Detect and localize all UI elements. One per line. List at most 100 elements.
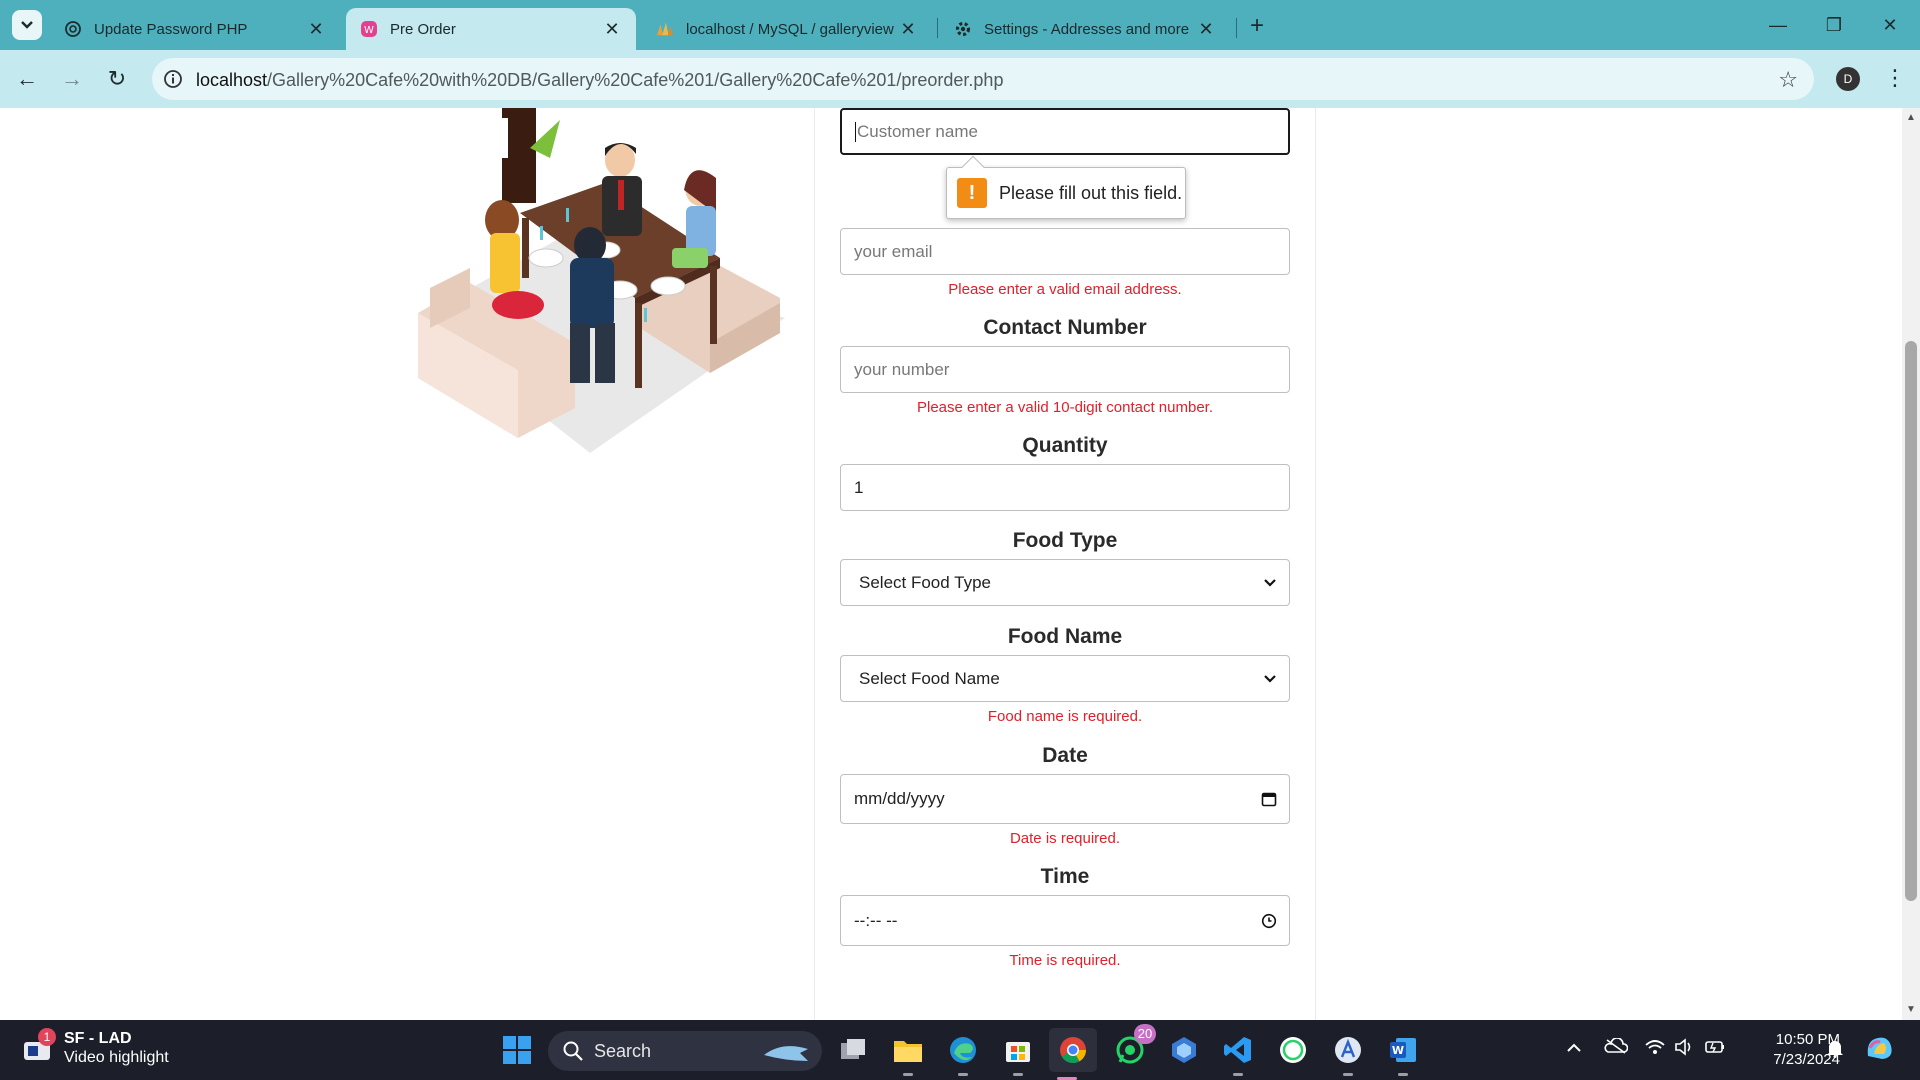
tab-title: Pre Order (390, 20, 456, 38)
volume-icon[interactable] (1674, 1038, 1696, 1061)
clock-date: 7/23/2024 (1773, 1051, 1840, 1068)
date-label: Date (1042, 744, 1088, 767)
running-indicator (903, 1073, 913, 1076)
tab-phpmyadmin[interactable]: localhost / MySQL / galleryview ✕ (642, 8, 932, 50)
scroll-up-icon[interactable]: ▲ (1906, 112, 1916, 123)
browser-toolbar: ← → ↻ localhost/Gallery%20Cafe%20with%20… (0, 50, 1920, 108)
close-icon[interactable]: ✕ (602, 19, 622, 40)
clock-time: 10:50 PM (1775, 1031, 1840, 1048)
file-explorer-icon[interactable] (890, 1032, 926, 1076)
page-scrollbar[interactable]: ▲ ▼ (1902, 108, 1920, 1020)
email-placeholder: your email (854, 241, 933, 261)
battery-icon[interactable] (1704, 1038, 1726, 1061)
running-indicator (1343, 1073, 1353, 1076)
food-type-select[interactable]: Select Food Type (840, 559, 1290, 606)
url-text[interactable]: localhost/Gallery%20Cafe%20with%20DB/Gal… (196, 70, 1003, 91)
edge-icon[interactable] (945, 1032, 981, 1076)
new-tab-button[interactable]: + (1244, 12, 1270, 40)
copilot-icon[interactable] (1864, 1034, 1894, 1067)
running-indicator (1013, 1073, 1023, 1076)
text-caret (855, 121, 856, 142)
widget-icon: 1 (22, 1028, 56, 1064)
restaurant-illustration (418, 108, 785, 453)
windows-start-icon[interactable] (499, 1032, 535, 1068)
tab-strip: Update Password PHP ✕ W Pre Order ✕ loca… (0, 0, 1920, 50)
close-icon[interactable]: ✕ (1196, 19, 1216, 40)
chevron-down-icon (21, 21, 33, 29)
food-type-selected: Select Food Type (859, 572, 991, 592)
phpmyadmin-icon (656, 20, 674, 38)
taskbar-search[interactable]: Search (548, 1031, 822, 1071)
whatsapp-icon[interactable]: 20 (1112, 1024, 1156, 1068)
restore-button[interactable]: ❐ (1814, 10, 1854, 40)
site-info-icon[interactable] (162, 68, 184, 90)
widget-subtitle: Video highlight (64, 1049, 169, 1066)
customer-name-input[interactable]: Customer name (840, 108, 1290, 155)
food-name-select[interactable]: Select Food Name (840, 655, 1290, 702)
svg-text:W: W (1392, 1044, 1404, 1057)
contact-error: Please enter a valid 10-digit contact nu… (916, 399, 1213, 416)
vscode-icon[interactable] (1220, 1032, 1256, 1076)
tab-title: localhost / MySQL / galleryview (686, 20, 894, 38)
scroll-down-icon[interactable]: ▼ (1906, 1004, 1916, 1015)
chrome-icon[interactable] (1049, 1028, 1097, 1080)
minimize-button[interactable]: — (1758, 10, 1798, 40)
chevron-down-icon (1264, 674, 1276, 683)
windows-taskbar: 1 SF - LAD Video highlight Search 20 W 1… (0, 1020, 1920, 1080)
time-error: Time is required. (1009, 952, 1121, 969)
customer-name-placeholder: Customer name (857, 121, 978, 141)
url-host: localhost (196, 70, 268, 90)
news-widget[interactable]: 1 SF - LAD Video highlight (22, 1028, 169, 1068)
forward-button[interactable]: → (57, 64, 87, 94)
back-button[interactable]: ← (12, 64, 42, 94)
email-input[interactable]: your email (840, 228, 1290, 275)
email-error: Please enter a valid email address. (948, 281, 1182, 298)
tab-pre-order[interactable]: W Pre Order ✕ (346, 8, 636, 50)
page-viewport: Customer name your email Please enter a … (0, 108, 1902, 1020)
food-name-selected: Select Food Name (859, 668, 1000, 688)
onedrive-icon[interactable] (1604, 1037, 1629, 1059)
search-highlight-icon (764, 1046, 808, 1061)
system-clock[interactable]: 10:50 PM 7/23/2024 (1740, 1030, 1840, 1070)
close-icon[interactable]: ✕ (306, 19, 326, 40)
quantity-input[interactable]: 1 (840, 464, 1290, 511)
address-bar[interactable]: localhost/Gallery%20Cafe%20with%20DB/Gal… (152, 58, 1814, 100)
tooltip-text: Please fill out this field. (999, 182, 1183, 203)
widget-badge: 1 (38, 1028, 56, 1046)
quantity-value: 1 (854, 477, 864, 497)
wifi-icon[interactable] (1644, 1038, 1666, 1061)
contact-label: Contact Number (983, 316, 1147, 339)
clock-icon[interactable] (1261, 913, 1277, 929)
word-icon[interactable]: W (1385, 1032, 1421, 1076)
reload-button[interactable]: ↻ (102, 64, 132, 94)
time-input[interactable]: --:-- -- (840, 895, 1290, 946)
whatsapp-web-icon[interactable] (1275, 1032, 1311, 1068)
contact-number-input[interactable]: your number (840, 346, 1290, 393)
time-label: Time (1040, 865, 1090, 888)
bookmark-star-icon[interactable]: ☆ (1778, 67, 1798, 93)
window-close-button[interactable]: ✕ (1870, 10, 1910, 40)
search-icon (563, 1041, 583, 1061)
date-error: Date is required. (1009, 830, 1121, 847)
tab-title: Update Password PHP (94, 20, 248, 38)
chevron-up-icon[interactable] (1566, 1038, 1582, 1059)
profile-avatar[interactable]: D (1836, 67, 1860, 91)
app-store-a-icon[interactable] (1330, 1032, 1366, 1076)
app-hexagon-icon[interactable] (1166, 1032, 1202, 1068)
microsoft-store-icon[interactable] (1000, 1032, 1036, 1076)
calendar-icon[interactable] (1261, 791, 1277, 807)
task-view-icon[interactable] (836, 1032, 872, 1068)
tab-update-password[interactable]: Update Password PHP ✕ (50, 8, 340, 50)
browser-menu-icon[interactable]: ⋮ (1884, 63, 1906, 93)
date-input[interactable]: mm/dd/yyyy (840, 774, 1290, 824)
notification-bell-icon[interactable] (1826, 1038, 1844, 1063)
search-label: Search (594, 1040, 652, 1061)
chatgpt-icon (64, 20, 82, 38)
close-icon[interactable]: ✕ (898, 19, 918, 40)
food-type-label: Food Type (1012, 529, 1118, 552)
tab-search-button[interactable] (12, 10, 42, 40)
tab-settings[interactable]: Settings - Addresses and more ✕ (940, 8, 1230, 50)
scrollbar-thumb[interactable] (1905, 341, 1917, 901)
tab-title: Settings - Addresses and more (984, 20, 1190, 38)
food-name-error: Food name is required. (987, 708, 1143, 725)
